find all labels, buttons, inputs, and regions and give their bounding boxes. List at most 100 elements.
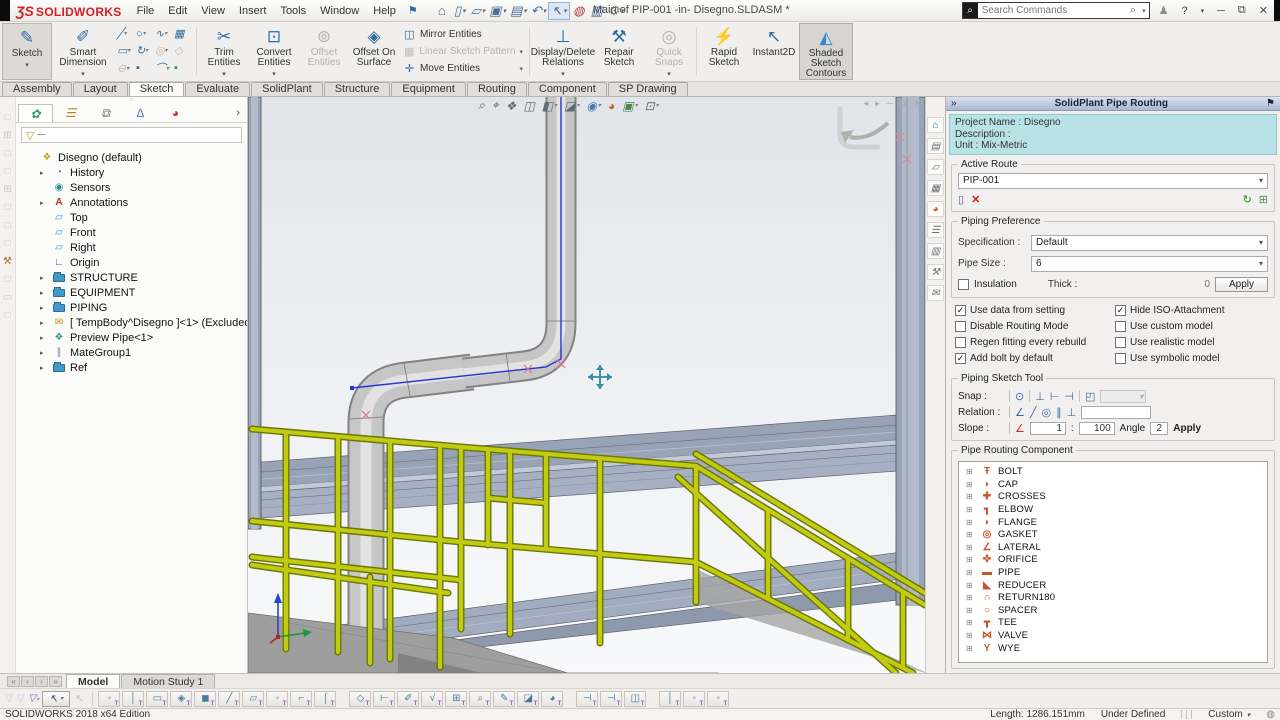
assembly-tool-icon[interactable]: ▭ <box>3 293 12 303</box>
point-green-button[interactable]: ▪ <box>174 62 191 74</box>
filter-disabled-icon[interactable]: ▽ <box>4 693 14 704</box>
option-use-custom-model[interactable]: Use custom model <box>1115 321 1271 332</box>
search-icon[interactable]: ⌕ <box>1127 4 1139 17</box>
expand-plus-icon[interactable]: ⊞ <box>966 606 976 615</box>
next-tab-arrow[interactable]: › <box>35 676 48 687</box>
graphics-viewport[interactable]: ⌕ ⌖ ❖ ◫ ◧▾ ◪▾ ◉▾ ◕ ▣▾ ⊡▾ ◂ ▸ ─ ⧉ ✕ <box>248 97 925 673</box>
view-orientation-button[interactable]: ◧▾ <box>542 99 557 113</box>
snap-center-button[interactable]: ⊙ <box>1015 390 1024 403</box>
assembly-tool-icon[interactable]: □ <box>4 221 10 231</box>
prev-tab-arrow[interactable]: ‹ <box>21 676 34 687</box>
option-use-data-from-setting[interactable]: ✓Use data from setting <box>955 305 1111 316</box>
expand-arrow-icon[interactable]: ▸ <box>40 319 48 327</box>
expand-plus-icon[interactable]: ⊞ <box>966 530 976 539</box>
tree-item-sensors[interactable]: ◉ Sensors <box>16 180 247 195</box>
expand-plus-icon[interactable]: ⊞ <box>966 618 976 627</box>
first-tab-arrow[interactable]: « <box>7 676 20 687</box>
tool-button[interactable]: ⊞ <box>445 691 467 707</box>
appearances-button[interactable]: ◕ <box>927 201 944 217</box>
arc-tool-button[interactable]: ↻▾ <box>136 44 153 57</box>
slope-ratio-field-2[interactable]: 100 <box>1079 422 1115 435</box>
offset-entities-button[interactable]: ⊚ Offset Entities <box>299 23 349 80</box>
print3d-button[interactable]: ▥ <box>927 243 944 259</box>
filter-disabled-icon[interactable]: ▽ <box>16 693 26 704</box>
checkbox[interactable]: ✓ <box>955 353 966 364</box>
filter-active-button[interactable]: ▽▾ <box>27 693 40 704</box>
tool-button[interactable]: ▱ <box>242 691 264 707</box>
tool-button[interactable]: ◫ <box>624 691 646 707</box>
component-bolt[interactable]: ⊞ŦBOLT <box>961 466 1267 479</box>
model-tab[interactable]: Model <box>66 674 120 688</box>
component-reducer[interactable]: ⊞◣REDUCER <box>961 579 1267 592</box>
tool-button[interactable]: │ <box>122 691 144 707</box>
edit-component-icon[interactable]: ⚒ <box>3 257 12 267</box>
sketch-tool-button[interactable]: ✎ Sketch ▾ <box>2 23 52 80</box>
tool-button[interactable]: ◈ <box>170 691 192 707</box>
tab-evaluate[interactable]: Evaluate <box>185 82 250 96</box>
select-tool-button[interactable]: ↖▾ <box>548 2 569 20</box>
slope-angle-icon[interactable]: ∠ <box>1015 422 1025 435</box>
last-tab-arrow[interactable]: » <box>49 676 62 687</box>
tree-root-assembly[interactable]: ❖ Disegno (default) <box>16 150 247 165</box>
expand-plus-icon[interactable]: ⊞ <box>966 568 976 577</box>
expand-plus-icon[interactable]: ⊞ <box>966 543 976 552</box>
offset-on-surface-button[interactable]: ◈ Offset On Surface <box>349 23 399 80</box>
tool-button[interactable]: ▭ <box>146 691 168 707</box>
insulation-apply-button[interactable]: Apply <box>1215 277 1268 292</box>
delete-route-button[interactable]: ✕ <box>971 193 980 206</box>
tree-item-equipment[interactable]: ▸ EQUIPMENT <box>16 285 247 300</box>
custom-properties-button[interactable]: ☰ <box>927 222 944 238</box>
tab-routing[interactable]: Routing <box>467 82 527 96</box>
expand-arrow-icon[interactable]: ▸ <box>40 169 48 177</box>
menu-help[interactable]: Help <box>366 2 403 20</box>
option-hide-iso-attachment[interactable]: ✓Hide ISO-Attachment <box>1115 305 1271 316</box>
view-palette-button[interactable]: ▦ <box>927 180 944 196</box>
rebuild-button[interactable]: ◍ <box>570 2 588 20</box>
forum-button[interactable]: ✉ <box>927 285 944 301</box>
tool-button[interactable]: │ <box>659 691 681 707</box>
tool-button[interactable]: ⌠ <box>314 691 336 707</box>
slope-ratio-field-1[interactable]: 1 <box>1030 422 1066 435</box>
expand-plus-icon[interactable]: ⊞ <box>966 518 976 527</box>
pin-panel-icon[interactable]: ⚑ <box>1266 98 1275 109</box>
window-minimize-button[interactable]: ─ <box>887 98 893 109</box>
expand-plus-icon[interactable]: ⊞ <box>966 631 976 640</box>
expand-plus-icon[interactable]: ⊞ <box>966 581 976 590</box>
more-tabs-arrow[interactable]: › <box>231 107 245 119</box>
window-restore-button[interactable]: ⧉ <box>900 98 906 109</box>
instant2d-button[interactable]: ↖ Instant2D <box>749 23 799 80</box>
expand-arrow-icon[interactable]: ▸ <box>40 289 48 297</box>
snap-mid-button[interactable]: ⊢ <box>1050 390 1060 403</box>
assembly-tool-icon[interactable]: □ <box>4 203 10 213</box>
checkbox[interactable]: ✓ <box>1115 305 1126 316</box>
tool-button[interactable]: ◪ <box>517 691 539 707</box>
tool-button[interactable]: ✐ <box>397 691 419 707</box>
edit-appearance-button[interactable]: ◕ <box>608 99 615 113</box>
tool-button[interactable]: ⊣ <box>600 691 622 707</box>
tool-button[interactable]: ⌕ <box>469 691 491 707</box>
apply-scene-button[interactable]: ▣▾ <box>622 99 637 113</box>
tree-item-mategroup[interactable]: ▸ ∥ MateGroup1 <box>16 345 247 360</box>
help-chevron-icon[interactable]: ▾ <box>1197 7 1209 15</box>
checkbox[interactable] <box>955 321 966 332</box>
circle-tool-button[interactable]: ○▾ <box>136 28 153 40</box>
component-tee[interactable]: ⊞┳TEE <box>961 617 1267 630</box>
active-route-dropdown[interactable]: PIP-001 ▾ <box>958 173 1268 189</box>
component-cap[interactable]: ⊞◗CAP <box>961 478 1267 491</box>
component-elbow[interactable]: ⊞┓ELBOW <box>961 503 1267 516</box>
new-document-button[interactable]: ▯▾ <box>451 2 469 20</box>
expand-plus-icon[interactable]: ⊞ <box>966 467 976 476</box>
assembly-tool-icon[interactable]: □ <box>4 113 10 123</box>
menu-window[interactable]: Window <box>313 2 366 20</box>
open-button[interactable]: ▱▾ <box>469 2 488 20</box>
snap-dropdown[interactable]: ▾ <box>1100 390 1146 403</box>
relation-value-field[interactable] <box>1081 406 1151 419</box>
expand-arrow-icon[interactable]: ▸ <box>40 199 48 207</box>
tool-button[interactable]: ╱ <box>218 691 240 707</box>
line-tool-button[interactable]: ╱▾ <box>117 27 134 40</box>
search-input[interactable] <box>978 5 1127 16</box>
menu-view[interactable]: View <box>194 2 232 20</box>
assembly-tool-icon[interactable]: □ <box>4 311 10 321</box>
pattern-tool-button[interactable]: ▦ <box>174 27 191 40</box>
file-explorer-button[interactable]: ▱ <box>927 159 944 175</box>
